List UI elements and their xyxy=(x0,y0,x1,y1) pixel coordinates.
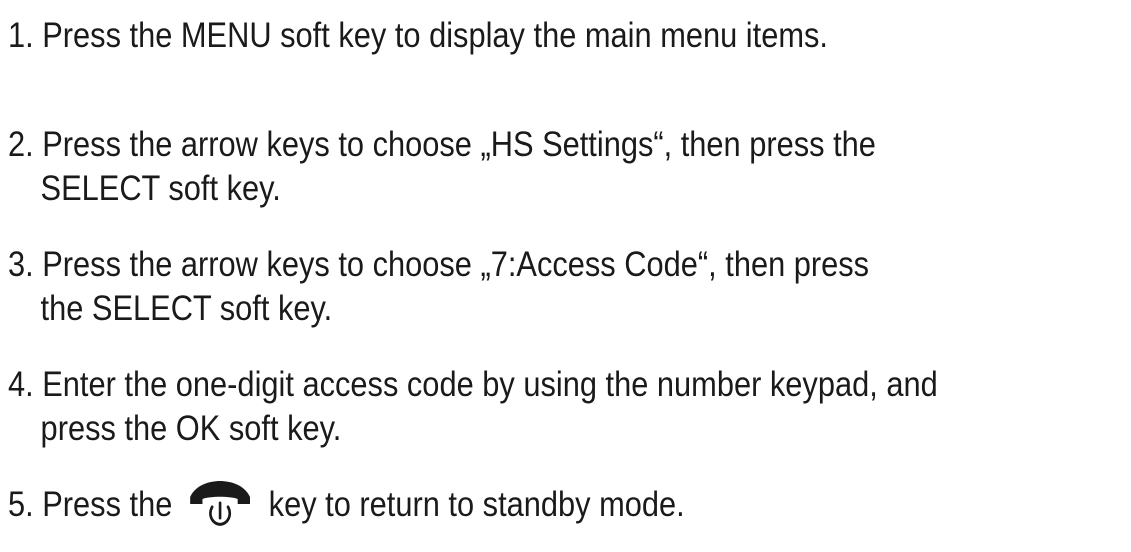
step-1-text: 1. Press the MENU soft key to display th… xyxy=(8,16,828,55)
step-2-text-line-1: 2. Press the arrow keys to choose „HS Se… xyxy=(8,125,876,164)
step-4: 4. Enter the one-digit access code by us… xyxy=(8,363,938,451)
step-4-text-line-2: press the OK soft key. xyxy=(40,409,342,448)
step-1: 1. Press the MENU soft key to display th… xyxy=(8,14,828,58)
step-5-text-before-icon: 5. Press the xyxy=(8,485,173,524)
step-5: 5. Press the key to return to standby mo… xyxy=(8,481,685,527)
step-3-text-line-1: 3. Press the arrow keys to choose „7:Acc… xyxy=(8,245,870,284)
step-2: 2. Press the arrow keys to choose „HS Se… xyxy=(8,123,876,211)
end-call-power-icon xyxy=(184,477,254,526)
step-4-text-line-1: 4. Enter the one-digit access code by us… xyxy=(8,365,938,404)
step-3-text-line-2: the SELECT soft key. xyxy=(40,289,333,328)
instruction-document: 1. Press the MENU soft key to display th… xyxy=(0,0,1131,552)
step-5-text-after-icon: key to return to standby mode. xyxy=(268,485,685,524)
step-3: 3. Press the arrow keys to choose „7:Acc… xyxy=(8,243,869,331)
step-2-text-line-2: SELECT soft key. xyxy=(40,169,281,208)
